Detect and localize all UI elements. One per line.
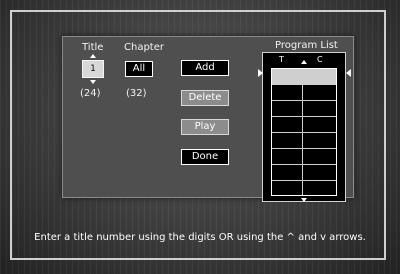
title-up-arrow-icon[interactable]: [90, 54, 96, 58]
title-count: (24): [80, 88, 101, 99]
program-list-row[interactable]: [272, 101, 336, 117]
program-list-row[interactable]: [272, 133, 336, 149]
program-list-header: T C: [267, 55, 341, 67]
title-label: Title: [82, 42, 104, 53]
title-down-arrow-icon[interactable]: [90, 80, 96, 84]
right-selection-marker-icon: [346, 69, 351, 77]
title-number-input[interactable]: 1: [82, 60, 104, 78]
program-list-row[interactable]: [272, 117, 336, 133]
list-scroll-up-icon[interactable]: [301, 60, 307, 64]
instruction-text: Enter a title number using the digits OR…: [34, 232, 366, 243]
done-button[interactable]: Done: [181, 149, 229, 165]
program-list-row[interactable]: [272, 149, 336, 165]
chapter-select[interactable]: All: [125, 61, 153, 77]
list-scroll-down-icon[interactable]: [301, 198, 307, 202]
chapter-label: Chapter: [124, 42, 164, 53]
chapter-count: (32): [126, 88, 147, 99]
left-selection-marker-icon: [258, 69, 263, 77]
program-list: T C: [262, 52, 346, 202]
program-list-row[interactable]: [272, 165, 336, 181]
column-t-label: T: [279, 55, 284, 64]
column-c-label: C: [317, 55, 323, 64]
program-setup-screen: Title 1 (24) Chapter All (32) Add Delete…: [0, 0, 400, 274]
program-list-row-selected[interactable]: [272, 69, 336, 85]
program-list-title: Program List: [275, 40, 338, 51]
play-button[interactable]: Play: [181, 119, 229, 135]
program-list-row[interactable]: [272, 85, 336, 101]
program-list-grid: [271, 68, 337, 196]
add-button[interactable]: Add: [181, 60, 229, 76]
delete-button[interactable]: Delete: [181, 90, 229, 106]
program-list-row[interactable]: [272, 181, 336, 197]
